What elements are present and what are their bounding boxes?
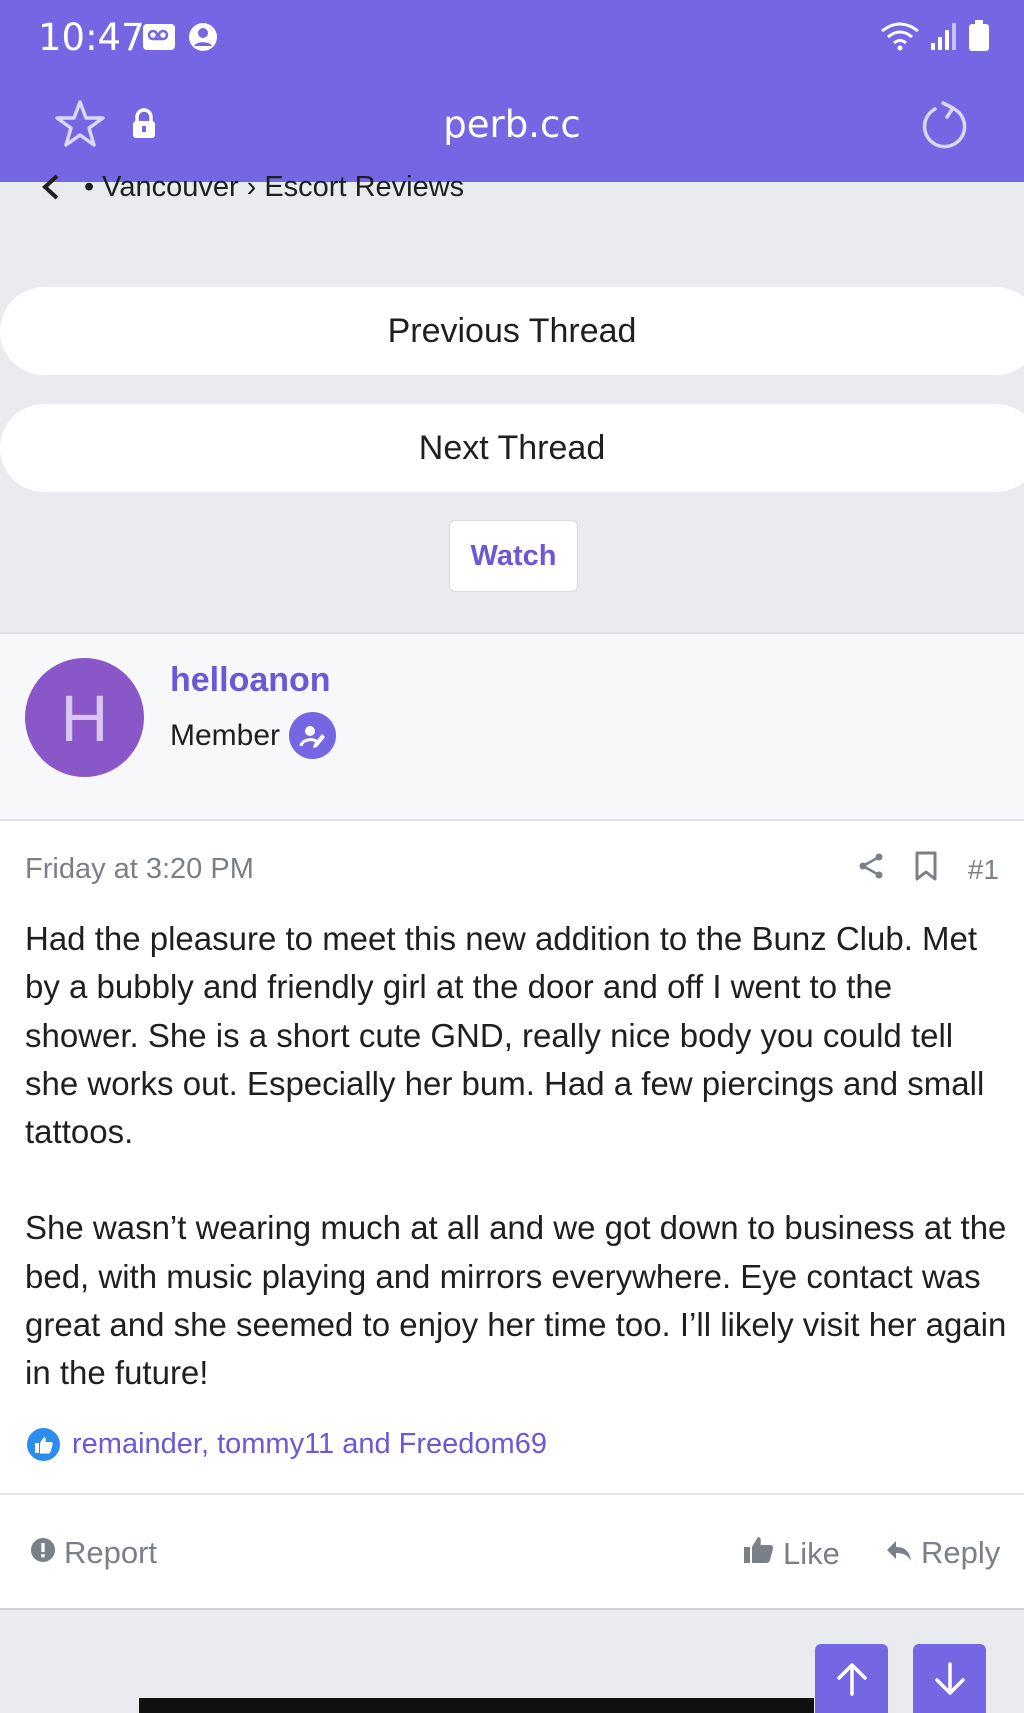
embedded-media-preview	[139, 1698, 814, 1713]
like-reaction-icon	[25, 1426, 62, 1463]
breadcrumb-separator: ›	[246, 172, 257, 202]
arrow-up-icon	[835, 1662, 869, 1701]
username-link[interactable]: helloanon	[170, 661, 331, 700]
member-badge-icon	[289, 712, 337, 759]
reply-arrow-icon	[885, 1535, 913, 1571]
thumbs-up-icon	[743, 1535, 775, 1573]
breadcrumb-item-vancouver[interactable]: Vancouver	[102, 172, 239, 202]
wifi-icon	[880, 21, 920, 56]
account-icon	[188, 22, 218, 57]
like-label: Like	[783, 1536, 840, 1571]
bookmark-icon[interactable]	[914, 851, 938, 888]
reply-label: Reply	[921, 1535, 1001, 1570]
reload-icon[interactable]	[919, 100, 969, 155]
post-footer: Report Like Reply	[0, 1495, 1024, 1608]
status-icons-left	[142, 22, 218, 57]
post-actions-top: #1	[858, 851, 999, 888]
like-button[interactable]: Like	[743, 1535, 840, 1573]
breadcrumb: • Vancouver › Escort Reviews	[40, 172, 464, 202]
reply-button[interactable]: Reply	[885, 1535, 1000, 1571]
post-number-link[interactable]: #1	[968, 854, 999, 886]
post-author-header	[0, 632, 1024, 821]
status-icons-right	[880, 20, 990, 57]
next-thread-button[interactable]: Next Thread	[0, 404, 1024, 492]
breadcrumb-bullet: •	[84, 172, 95, 202]
scroll-to-top-button[interactable]	[815, 1644, 888, 1713]
status-time: 10:47	[38, 16, 145, 59]
signal-icon	[930, 21, 958, 56]
post-message: Had the pleasure to meet this new additi…	[25, 915, 1010, 1446]
arrow-down-icon	[933, 1662, 967, 1701]
user-title-text: Member	[170, 718, 281, 752]
back-chevron-icon[interactable]	[40, 172, 62, 202]
voicemail-icon	[142, 23, 176, 56]
post-paragraph: She wasn’t wearing much at all and we go…	[25, 1209, 1007, 1392]
reactions-bar[interactable]: remainder, tommy11 and Freedom69	[25, 1426, 547, 1463]
post-paragraph: Had the pleasure to meet this new additi…	[25, 920, 985, 1151]
battery-icon	[968, 20, 990, 57]
browser-top-bar: 10:47 perb.cc	[0, 0, 1024, 182]
report-button[interactable]: Report	[30, 1535, 157, 1571]
avatar[interactable]: H	[25, 658, 144, 777]
breadcrumb-item-escort-reviews[interactable]: Escort Reviews	[264, 172, 464, 202]
watch-button[interactable]: Watch	[449, 520, 578, 592]
scroll-to-bottom-button[interactable]	[913, 1644, 986, 1713]
previous-thread-button[interactable]: Previous Thread	[0, 287, 1024, 375]
report-label: Report	[64, 1535, 158, 1570]
reactions-users-link[interactable]: remainder, tommy11 and Freedom69	[72, 1428, 547, 1461]
share-icon[interactable]	[858, 852, 884, 887]
address-bar-url[interactable]: perb.cc	[0, 103, 1024, 146]
user-title: Member	[170, 712, 337, 759]
alert-icon	[30, 1535, 56, 1571]
post-date[interactable]: Friday at 3:20 PM	[25, 853, 254, 886]
